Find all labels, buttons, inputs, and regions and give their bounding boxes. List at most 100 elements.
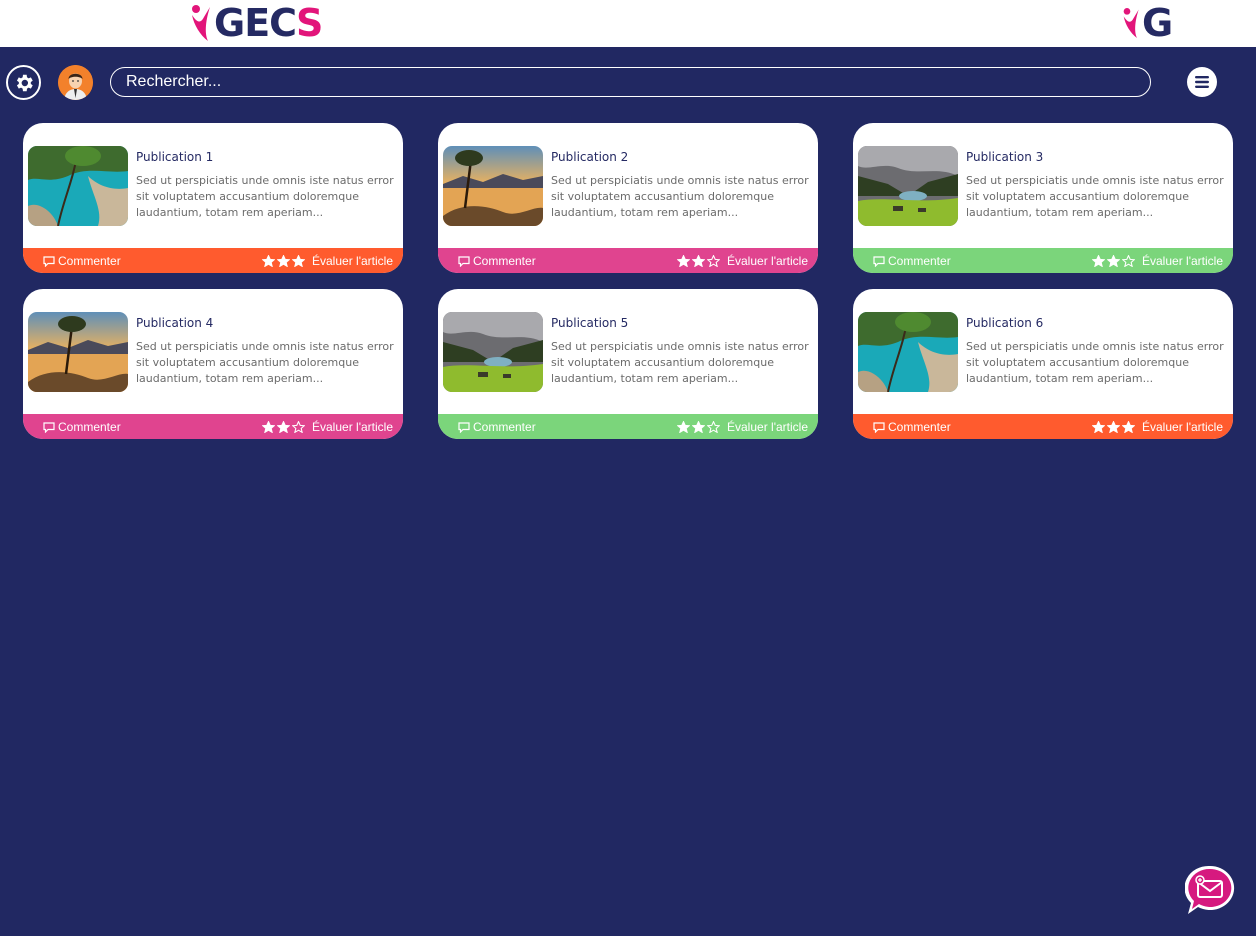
publication-title[interactable]: Publication 6: [966, 316, 1043, 330]
comment-button[interactable]: Commenter: [43, 420, 121, 434]
publication-description: Sed ut perspiciatis unde omnis iste natu…: [136, 340, 394, 385]
toolbar: [0, 47, 1256, 117]
rating-stars[interactable]: [262, 255, 305, 267]
publication-footer: Commenter Évaluer l'article: [23, 414, 403, 439]
star-empty-icon[interactable]: [292, 421, 305, 433]
star-empty-icon[interactable]: [1122, 255, 1135, 267]
rating-stars[interactable]: [262, 421, 305, 433]
star-filled-icon[interactable]: [1107, 421, 1120, 433]
settings-button[interactable]: [6, 65, 41, 100]
logo-figure-icon: [192, 5, 210, 41]
rate-label: Évaluer l'article: [312, 254, 393, 268]
avatar[interactable]: [58, 65, 93, 100]
top-header: GEC S G: [0, 0, 1256, 47]
comment-icon: [873, 421, 885, 433]
star-filled-icon[interactable]: [1092, 255, 1105, 267]
rate-article-button[interactable]: Évaluer l'article: [1092, 420, 1223, 434]
publication-footer: Commenter Évaluer l'article: [23, 248, 403, 273]
comment-label: Commenter: [888, 254, 951, 268]
star-filled-icon[interactable]: [1122, 421, 1135, 433]
lake-sunset-image: [443, 146, 543, 226]
rate-article-button[interactable]: Évaluer l'article: [262, 420, 393, 434]
publication-thumbnail[interactable]: [28, 146, 128, 226]
lake-sunset-image: [28, 312, 128, 392]
comment-button[interactable]: Commenter: [873, 254, 951, 268]
green-valley-image: [858, 146, 958, 226]
publication-title[interactable]: Publication 1: [136, 150, 213, 164]
publication-description: Sed ut perspiciatis unde omnis iste natu…: [551, 174, 809, 219]
coast-cove-image: [28, 146, 128, 226]
comment-label: Commenter: [58, 254, 121, 268]
star-filled-icon[interactable]: [677, 421, 690, 433]
rating-stars[interactable]: [1092, 255, 1135, 267]
comment-icon: [873, 255, 885, 267]
rate-article-button[interactable]: Évaluer l'article: [677, 254, 808, 268]
publication-card[interactable]: Publication 5 Sed ut perspiciatis unde o…: [438, 289, 818, 439]
star-filled-icon[interactable]: [692, 255, 705, 267]
comment-icon: [43, 255, 55, 267]
publication-thumbnail[interactable]: [443, 312, 543, 392]
publication-card[interactable]: Publication 1 Sed ut perspiciatis unde o…: [23, 123, 403, 273]
star-filled-icon[interactable]: [262, 421, 275, 433]
star-filled-icon[interactable]: [277, 255, 290, 267]
publication-title[interactable]: Publication 2: [551, 150, 628, 164]
rate-article-button[interactable]: Évaluer l'article: [677, 420, 808, 434]
star-filled-icon[interactable]: [292, 255, 305, 267]
publication-thumbnail[interactable]: [858, 146, 958, 226]
gecs-small-logo[interactable]: G: [1122, 1, 1173, 45]
star-filled-icon[interactable]: [1092, 421, 1105, 433]
comment-label: Commenter: [888, 420, 951, 434]
star-filled-icon[interactable]: [677, 255, 690, 267]
comment-icon: [458, 255, 470, 267]
comment-label: Commenter: [58, 420, 121, 434]
publication-description: Sed ut perspiciatis unde omnis iste natu…: [966, 340, 1224, 385]
comment-button[interactable]: Commenter: [458, 254, 536, 268]
gear-icon: [16, 74, 33, 91]
menu-button[interactable]: [1187, 67, 1217, 97]
publication-thumbnail[interactable]: [858, 312, 958, 392]
star-filled-icon[interactable]: [1107, 255, 1120, 267]
rate-article-button[interactable]: Évaluer l'article: [1092, 254, 1223, 268]
message-fab-button[interactable]: [1184, 865, 1235, 915]
publication-title[interactable]: Publication 3: [966, 150, 1043, 164]
publication-thumbnail[interactable]: [28, 312, 128, 392]
message-icon: [1184, 865, 1235, 914]
hamburger-icon: [1195, 76, 1209, 88]
publication-description: Sed ut perspiciatis unde omnis iste natu…: [966, 174, 1224, 219]
star-filled-icon[interactable]: [277, 421, 290, 433]
publication-footer: Commenter Évaluer l'article: [853, 248, 1233, 273]
publication-footer: Commenter Évaluer l'article: [853, 414, 1233, 439]
comment-button[interactable]: Commenter: [458, 420, 536, 434]
comment-button[interactable]: Commenter: [873, 420, 951, 434]
publication-description: Sed ut perspiciatis unde omnis iste natu…: [551, 340, 809, 385]
search-input[interactable]: [110, 67, 1151, 97]
star-filled-icon[interactable]: [262, 255, 275, 267]
star-empty-icon[interactable]: [707, 421, 720, 433]
rating-stars[interactable]: [677, 421, 720, 433]
rate-label: Évaluer l'article: [1142, 254, 1223, 268]
comment-icon: [458, 421, 470, 433]
publication-card[interactable]: Publication 4 Sed ut perspiciatis unde o…: [23, 289, 403, 439]
rating-stars[interactable]: [677, 255, 720, 267]
coast-cove-image: [858, 312, 958, 392]
rate-label: Évaluer l'article: [727, 254, 808, 268]
publication-title[interactable]: Publication 4: [136, 316, 213, 330]
rate-article-button[interactable]: Évaluer l'article: [262, 254, 393, 268]
gecs-logo[interactable]: GEC S: [190, 1, 323, 45]
logo-text-pink: S: [296, 1, 323, 45]
user-avatar-icon: [58, 65, 93, 100]
logo-figure-icon: [1123, 8, 1139, 38]
star-empty-icon[interactable]: [707, 255, 720, 267]
logo-small-text: G: [1142, 1, 1173, 45]
comment-button[interactable]: Commenter: [43, 254, 121, 268]
rate-label: Évaluer l'article: [1142, 420, 1223, 434]
rating-stars[interactable]: [1092, 421, 1135, 433]
publication-card[interactable]: Publication 3 Sed ut perspiciatis unde o…: [853, 123, 1233, 273]
publication-card[interactable]: Publication 6 Sed ut perspiciatis unde o…: [853, 289, 1233, 439]
star-filled-icon[interactable]: [692, 421, 705, 433]
comment-icon: [43, 421, 55, 433]
publication-title[interactable]: Publication 5: [551, 316, 628, 330]
rate-label: Évaluer l'article: [312, 420, 393, 434]
publication-card[interactable]: Publication 2 Sed ut perspiciatis unde o…: [438, 123, 818, 273]
publication-thumbnail[interactable]: [443, 146, 543, 226]
